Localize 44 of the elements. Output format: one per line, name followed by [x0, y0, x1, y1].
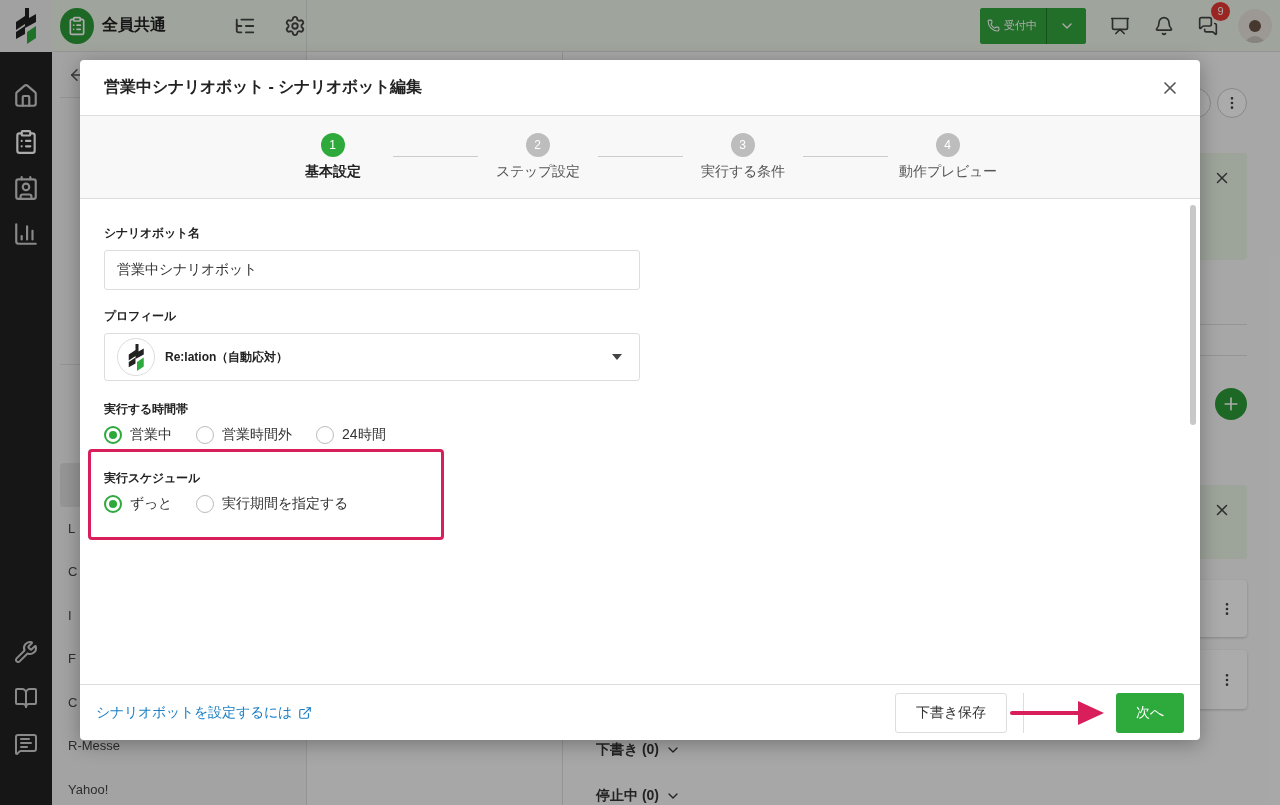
radio-option[interactable]: 営業時間外 — [196, 426, 292, 444]
workspace-name: 全員共通 — [101, 15, 167, 35]
logo-icon — [127, 343, 145, 371]
help-link[interactable]: シナリオボットを設定するには — [96, 703, 895, 722]
board-icon[interactable] — [1110, 15, 1130, 36]
field-label: プロフィール — [104, 308, 177, 325]
contact-icon[interactable] — [12, 174, 40, 202]
unread-badge: 9 — [1211, 1, 1230, 21]
caret-icon — [611, 353, 623, 361]
field-label: シナリオボット名 — [104, 225, 201, 242]
step-number[interactable]: 1 — [320, 133, 345, 157]
settings-icon[interactable] — [284, 14, 306, 37]
profile-select[interactable]: Re:lation（自動応対） — [104, 333, 640, 381]
step-label: 実行する条件 — [700, 163, 785, 181]
next-button[interactable]: 次へ — [1116, 692, 1184, 733]
name-field[interactable]: 営業中シナリオボット — [104, 250, 640, 290]
add-button[interactable] — [1215, 388, 1247, 421]
status-dropdown[interactable] — [1046, 7, 1086, 44]
chart-icon[interactable] — [12, 220, 40, 248]
step-label: 動作プレビュー — [898, 163, 997, 181]
phone-icon — [987, 19, 1000, 32]
home-icon[interactable] — [12, 82, 40, 110]
field-label: 実行する時間帯 — [104, 401, 189, 418]
logo-icon — [15, 8, 37, 44]
step-label: ステップ設定 — [495, 163, 580, 181]
tools-icon[interactable] — [12, 638, 40, 666]
radio-option[interactable]: ずっと — [104, 495, 172, 513]
dialog-title: 営業中シナリオボット - シナリオボット編集 — [104, 77, 423, 97]
section-title: 下書き (0) — [596, 741, 659, 759]
step-label: 基本設定 — [304, 163, 361, 181]
bell-icon[interactable] — [1154, 15, 1174, 36]
sidebar-item[interactable]: Yahoo! — [60, 767, 298, 805]
radio-option[interactable]: 24時間 — [316, 426, 386, 444]
external-link-icon — [298, 705, 312, 720]
radio-option[interactable]: 実行期間を指定する — [196, 495, 348, 513]
field-label: 実行スケジュール — [104, 470, 201, 487]
arrow-icon — [1010, 698, 1106, 727]
save-draft-button[interactable]: 下書き保存 — [895, 692, 1007, 733]
scrollbar[interactable] — [1190, 205, 1196, 425]
radio-option[interactable]: 営業中 — [104, 426, 172, 444]
section-title: 停止中 (0) — [596, 787, 659, 805]
inbox-icon — [60, 7, 94, 44]
user-avatar[interactable] — [1238, 8, 1272, 43]
chat-icon[interactable] — [1198, 15, 1218, 36]
